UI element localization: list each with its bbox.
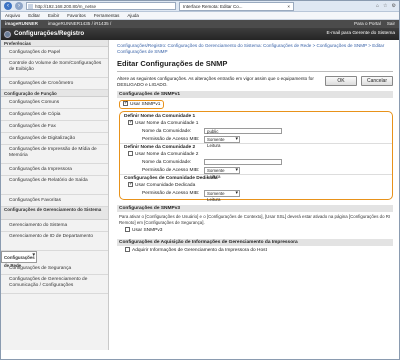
dedicated-perm-label: Permissão de Acesso MIB: — [142, 190, 200, 196]
use-community1-checkbox[interactable] — [128, 119, 133, 126]
community1-perm-select[interactable]: Somente Leitura — [204, 135, 240, 148]
community1-name-label: Nome da Comunidade: — [142, 128, 192, 134]
sidebar-item-fax[interactable]: Configurações de Fax — [1, 121, 108, 133]
community2-perm-label: Permissão de Acesso MIB: — [142, 167, 200, 173]
menu-exibir[interactable]: Exibir — [48, 12, 59, 19]
menu-favoritos[interactable]: Favoritos — [67, 12, 86, 19]
menu-editar[interactable]: Editar — [28, 12, 40, 19]
community1-heading: Definir Nome da Comunidade 1 — [124, 114, 196, 119]
page-header-title: Configurações/Registro — [14, 30, 85, 37]
community1-perm-label: Permissão de Acesso MIB: — [142, 136, 200, 142]
url-input[interactable]: http://192.168.200.80/m_netse — [26, 2, 176, 10]
instruction-message: Altere as seguintes configurações. As al… — [117, 76, 314, 87]
community2-heading: Definir Nome da Comunidade 2 — [120, 143, 392, 151]
menu-ferramentas[interactable]: Ferramentas — [94, 12, 120, 19]
use-snmpv3-label: Usar SNMPv3 — [132, 228, 163, 233]
dedicated-perm-select[interactable]: Somente Leitura — [204, 189, 240, 202]
host-info-checkbox[interactable] — [125, 247, 130, 253]
sidebar-item-copy[interactable]: Configurações de Cópia — [1, 109, 108, 121]
snmpv3-note: Para ativar o [Configurações de Usuário]… — [119, 214, 391, 225]
page-header: Configurações/Registro E-mail para Geren… — [1, 28, 399, 40]
sidebar-item-dept-id[interactable]: Gerenciamento de ID de Departamento — [1, 232, 108, 251]
sidebar-item-volume[interactable]: Controle do Volume de Som/Configurações … — [1, 59, 108, 78]
sidebar-item-timer[interactable]: Configurações de Cronômetro — [1, 78, 108, 90]
sidebar-item-report[interactable]: Configurações de Relatório de Saída — [1, 176, 108, 195]
use-community1-label: Usar Nome da Comunidade 1 — [135, 121, 199, 126]
browser-tab[interactable]: Interface Remota: Editar Co... × — [179, 1, 294, 11]
sidebar-item-system-mgmt[interactable]: Gerenciamento do Sistema — [1, 220, 108, 232]
community1-name-input[interactable]: public — [204, 128, 282, 134]
sidebar-heading-preferences: Preferências — [1, 40, 108, 47]
breadcrumb[interactable]: Configurações/Registro: Configurações do… — [117, 43, 393, 55]
menu-ajuda[interactable]: Ajuda — [127, 12, 139, 19]
sidebar-item-network[interactable]: Configurações de Rede — [1, 251, 37, 268]
community2-name-input[interactable] — [204, 159, 282, 165]
sidebar-item-printer[interactable]: Configurações da Impressora — [1, 164, 108, 176]
dedicated-heading: Configurações de Comunidade Dedicada — [120, 174, 392, 182]
window-controls: ⌂ ☆ ⚙ — [376, 3, 396, 9]
host-section-heading: Configurações de Aquisição de Informaçõe… — [117, 239, 393, 246]
sidebar-item-communication[interactable]: Configurações de Gerenciamento de Comuni… — [1, 275, 108, 294]
sidebar-item-paper[interactable]: Configurações do Papel — [1, 47, 108, 59]
product-header: imageRUNNER imageRUNNER1435 / iR1435 / P… — [1, 20, 399, 28]
settings-icon — [4, 30, 11, 38]
page-title: Editar Configurações de SNMP — [117, 59, 393, 72]
url-text: http://192.168.200.80/m_netse — [35, 4, 97, 9]
community2-name-label: Nome da Comunidade: — [142, 159, 192, 165]
ok-button[interactable]: OK — [325, 76, 357, 86]
close-tab-icon[interactable]: × — [287, 3, 290, 10]
use-dedicated-checkbox[interactable] — [128, 181, 133, 188]
brand-label: imageRUNNER — [5, 21, 38, 26]
sidebar-item-common[interactable]: Configurações Comuns — [1, 97, 108, 109]
gear-icon[interactable]: ⚙ — [392, 3, 396, 9]
sidebar-item-favorites[interactable]: Configurações Favoritas — [1, 195, 108, 207]
back-icon[interactable]: ‹ — [4, 2, 12, 10]
main-content: Configurações/Registro: Configurações do… — [109, 40, 399, 350]
address-bar: ‹ › http://192.168.200.80/m_netse Interf… — [1, 1, 399, 12]
snmpv1-section-heading: Configurações de SNMPv1 — [117, 91, 393, 98]
forward-icon[interactable]: › — [15, 2, 23, 10]
snmpv3-section-heading: Configurações de SNMPv3 — [117, 205, 393, 212]
star-icon[interactable]: ☆ — [383, 3, 387, 9]
community2-perm-select[interactable]: Somente Leitura — [204, 166, 240, 179]
mail-admin-link[interactable]: E-mail para Gerente do Sistema — [326, 28, 399, 40]
browser-window: ‹ › http://192.168.200.80/m_netse Interf… — [0, 0, 400, 360]
sidebar-item-memory-print[interactable]: Configurações de Impressão de Mídia de M… — [1, 145, 108, 164]
home-icon[interactable]: ⌂ — [376, 3, 379, 9]
page-icon — [28, 4, 33, 9]
use-snmpv1-row[interactable]: Usar SNMPv1 — [119, 100, 165, 109]
use-snmpv3-checkbox[interactable] — [125, 227, 130, 233]
sidebar-heading-system: Configurações de Gerenciamento do Sistem… — [1, 207, 108, 220]
menu-bar: Arquivo Editar Exibir Favoritos Ferramen… — [1, 12, 399, 20]
sidebar-item-scan[interactable]: Configurações de Digitalização — [1, 133, 108, 145]
sidebar: Preferências Configurações do Papel Cont… — [1, 40, 109, 350]
snmpv1-settings-group: Definir Nome da Comunidade 1 Usar Nome d… — [119, 111, 393, 202]
logout-link[interactable]: Sair — [387, 20, 395, 28]
use-snmpv1-checkbox[interactable] — [123, 100, 128, 107]
tab-title: Interface Remota: Editar Co... — [183, 3, 243, 9]
use-community2-label: Usar Nome da Comunidade 2 — [135, 152, 199, 157]
cancel-button[interactable]: Cancelar — [361, 76, 393, 86]
use-snmpv1-label: Usar SNMPv1 — [130, 102, 161, 107]
sidebar-heading-function: Configuração de Função — [1, 90, 108, 97]
portal-link[interactable]: Para o Portal — [354, 20, 381, 28]
use-community2-checkbox[interactable] — [128, 151, 133, 157]
menu-arquivo[interactable]: Arquivo — [5, 12, 20, 19]
host-info-label: Adquirir Informações de Gerenciamento da… — [132, 248, 267, 253]
model-label: imageRUNNER1435 / iR1435 / — [47, 21, 112, 26]
use-dedicated-label: Usar Comunidade Dedicada — [135, 183, 196, 188]
